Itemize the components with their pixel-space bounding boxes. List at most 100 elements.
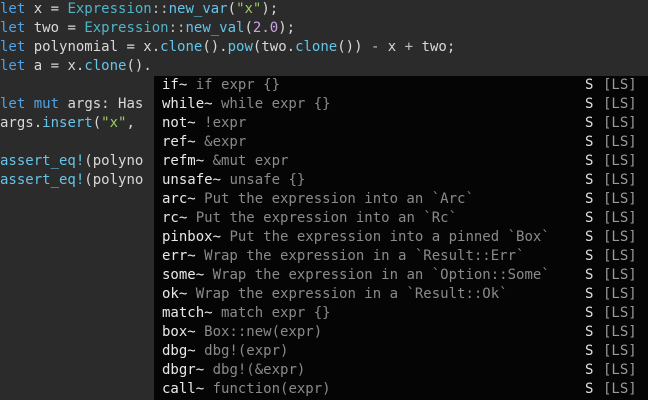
completion-description: Put the expression into an `Rc` [187,210,458,226]
code-token: x [379,39,405,55]
completion-kind: S [585,115,594,131]
completion-abbr: match~ match expr {} [162,304,331,323]
completion-kind: S [585,286,594,302]
code-token: a = x. [25,58,85,74]
code-token: Expression [84,20,169,36]
completion-kind: S [585,248,594,264]
code-line[interactable]: let polynomial = x.clone().pow(two.clone… [0,38,455,57]
completion-source: [LS] [603,248,637,264]
code-line[interactable]: args.insert("x", [0,114,135,133]
code-line[interactable]: let a = x.clone(). [0,57,152,76]
completion-item-rc[interactable]: rc~ Put the expression into an `Rc` S [LS] [154,209,648,228]
completion-popup[interactable]: if~ if expr {} S [LS] while~ while expr {} S… [154,76,648,400]
code-line[interactable]: assert_eq!(polyno [0,171,143,190]
completion-abbr: ref~ &expr [162,133,246,152]
completion-description: Box::new(expr) [195,324,323,340]
code-token: let [0,1,26,17]
completion-item-match[interactable]: match~ match expr {} S [LS] [154,304,648,323]
completion-description: Wrap the expression in a `Result::Ok` [187,286,508,302]
completion-description: Put the expression into a pinned `Box` [221,229,550,245]
completion-item-box[interactable]: box~ Box::new(expr) S [LS] [154,323,648,342]
completion-abbr: arc~ Put the expression into an `Arc` [162,190,474,209]
code-token: (). [202,39,228,55]
completion-item-while[interactable]: while~ while expr {} S [LS] [154,95,648,114]
code-token: args. [0,115,43,131]
completion-abbr: while~ while expr {} [162,95,331,114]
completion-description: &mut expr [204,153,289,169]
code-line[interactable]: let x = Expression::new_var("x"); [0,0,278,19]
completion-description: unsafe {} [221,172,306,188]
completion-abbr: refm~ &mut expr [162,152,288,171]
code-token: "x" [236,1,262,17]
completion-word: ref~ [162,134,196,150]
code-token: polynomial = x. [25,39,161,55]
code-token: Expression [67,1,152,17]
completion-source: [LS] [603,267,637,283]
completion-source: [LS] [603,153,637,169]
code-token: assert_eq! [0,172,85,188]
code-token: :: [151,1,169,17]
completion-abbr: not~ !expr [162,114,246,133]
code-token: :: [168,20,186,36]
completion-item-some[interactable]: some~ Wrap the expression in an `Option:… [154,266,648,285]
completion-description: match expr {} [212,305,331,321]
completion-source: [LS] [603,324,637,340]
completion-kind: S [585,381,594,397]
completion-kind: S [585,305,594,321]
code-token: 2.0 [252,20,279,36]
completion-description: !expr [195,115,247,131]
completion-abbr: some~ Wrap the expression in an `Option:… [162,266,550,285]
completion-description: function(expr) [204,381,331,397]
completion-word: rc~ [162,210,188,226]
completion-source: [LS] [603,362,637,378]
code-token: , [126,115,135,131]
completion-source: [LS] [603,96,637,112]
code-token: (polyno [84,172,144,188]
completion-item-refm[interactable]: refm~ &mut expr S [LS] [154,152,648,171]
completion-kind: S [585,229,594,245]
completion-word: refm~ [162,153,205,169]
completion-item-ref[interactable]: ref~ &expr S [LS] [154,133,648,152]
completion-source: [LS] [603,229,637,245]
code-token: let [0,39,26,55]
completion-item-arc[interactable]: arc~ Put the expression into an `Arc` S [L… [154,190,648,209]
code-token: let [0,20,26,36]
code-token: ( [244,20,253,36]
completion-item-if[interactable]: if~ if expr {} S [LS] [154,76,648,95]
code-line[interactable]: let mut args: Has [0,95,143,114]
code-token: clone [295,39,338,55]
completion-source: [LS] [603,343,637,359]
completion-kind: S [585,362,594,378]
completion-item-pinbox[interactable]: pinbox~ Put the expression into a pinned… [154,228,648,247]
completion-source: [LS] [603,77,637,93]
code-token: ); [278,20,296,36]
completion-item-dbgr[interactable]: dbgr~ dbg!(&expr) S [LS] [154,361,648,380]
completion-source: [LS] [603,134,637,150]
completion-source: [LS] [603,305,637,321]
completion-abbr: rc~ Put the expression into an `Rc` [162,209,457,228]
completion-kind: S [585,153,594,169]
code-token: x = [25,1,68,17]
completion-description: Wrap the expression in a `Result::Err` [195,248,525,264]
completion-item-not[interactable]: not~ !expr S [LS] [154,114,648,133]
completion-item-dbg[interactable]: dbg~ dbg!(expr) S [LS] [154,342,648,361]
completion-kind: S [585,96,594,112]
code-line[interactable]: assert_eq!(polyno [0,152,143,171]
completion-description: if expr {} [187,77,281,93]
code-line[interactable]: let two = Expression::new_val(2.0); [0,19,295,38]
code-token: (). [126,58,152,74]
completion-word: ok~ [162,286,188,302]
completion-description: dbg!(expr) [195,343,289,359]
code-token: insert [42,115,93,131]
completion-abbr: call~ function(expr) [162,380,331,399]
code-token: let [0,96,26,112]
completion-item-call[interactable]: call~ function(expr) S [LS] [154,380,648,399]
code-token: two; [413,39,456,55]
completion-item-ok[interactable]: ok~ Wrap the expression in a `Result::Ok… [154,285,648,304]
completion-item-unsafe[interactable]: unsafe~ unsafe {} S [LS] [154,171,648,190]
completion-kind: S [585,210,594,226]
code-token: ( [92,115,102,131]
completion-word: call~ [162,381,205,397]
completion-abbr: unsafe~ unsafe {} [162,171,305,190]
completion-item-err[interactable]: err~ Wrap the expression in a `Result::E… [154,247,648,266]
